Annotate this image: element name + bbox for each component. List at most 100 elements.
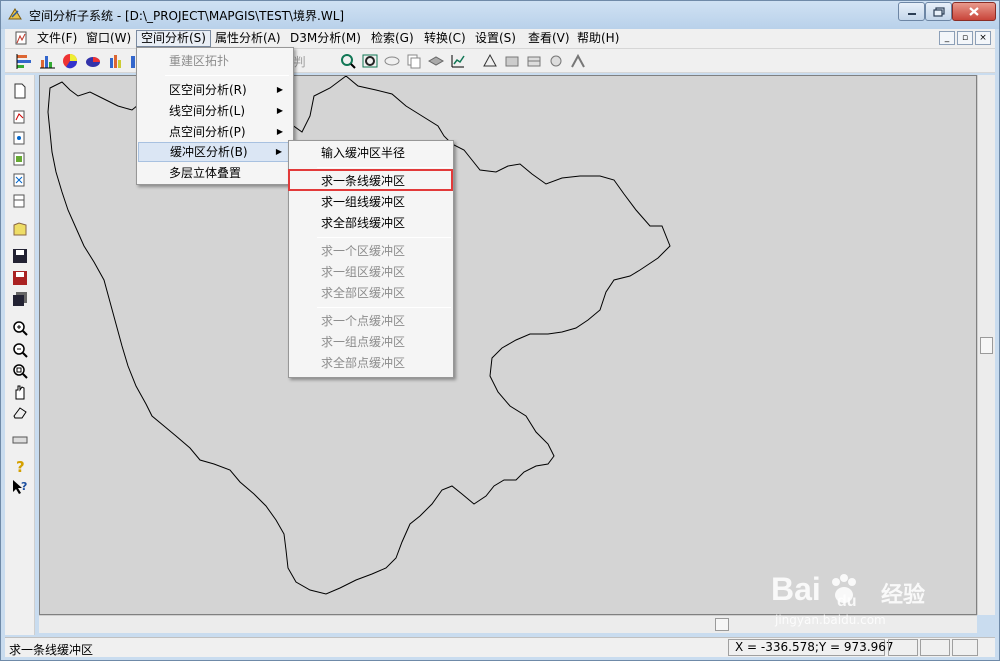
menu-separator — [317, 307, 451, 308]
menu-d3m-analysis[interactable]: D3M分析(M) — [286, 30, 365, 47]
zoom-out-icon[interactable] — [11, 341, 29, 359]
menu-settings[interactable]: 设置(S) — [471, 30, 520, 47]
new-file-icon[interactable] — [11, 82, 29, 100]
menu-buffer-analysis[interactable]: 缓冲区分析(B) ▶ — [138, 142, 292, 162]
menu-file[interactable]: 文件(F) — [33, 30, 81, 47]
open-file-icon[interactable] — [11, 220, 29, 238]
link-icon[interactable] — [383, 52, 401, 70]
menu-attribute-analysis[interactable]: 属性分析(A) — [211, 30, 285, 47]
submenu-arrow-icon: ▶ — [275, 147, 282, 156]
menu-help[interactable]: 帮助(H) — [573, 30, 623, 47]
menu-view[interactable]: 查看(V) — [524, 30, 574, 47]
copy-icon[interactable] — [405, 52, 423, 70]
bar-chart-horizontal-icon[interactable] — [15, 52, 33, 70]
window-title: 空间分析子系统 - [D:\_PROJECT\MAPGIS\TEST\境界.WL… — [29, 9, 345, 23]
close-button[interactable] — [952, 2, 996, 21]
menu-rebuild-topology[interactable]: 重建区拓扑 — [138, 51, 292, 71]
menu-separator — [317, 237, 451, 238]
menu-region-spatial-analysis[interactable]: 区空间分析(R) ▶ — [138, 80, 292, 100]
watermark-brand: Bai — [771, 571, 821, 607]
menu-label: 缓冲区分析(B) — [170, 145, 248, 159]
menu-convert[interactable]: 转换(C) — [420, 30, 470, 47]
line-file-icon[interactable] — [11, 108, 29, 126]
menu-separator — [165, 75, 289, 76]
status-message: 求一条线缓冲区 — [9, 643, 94, 657]
tool-d-icon[interactable] — [547, 52, 565, 70]
3d-pie-icon[interactable] — [84, 52, 102, 70]
menu-search[interactable]: 检索(G) — [367, 30, 418, 47]
menu-all-line-buffer[interactable]: 求全部线缓冲区 — [290, 213, 452, 233]
watermark-cn: 经验 — [881, 583, 926, 608]
point-file-icon[interactable] — [11, 129, 29, 147]
vertical-scroll-thumb[interactable] — [980, 337, 993, 354]
network-file-icon[interactable] — [11, 171, 29, 189]
menu-multilayer-overlay[interactable]: 多层立体叠置 — [138, 163, 292, 183]
watermark-url: jingyan.baidu.com — [775, 613, 886, 627]
tool-b-icon[interactable] — [503, 52, 521, 70]
menu-label: 线空间分析(L) — [169, 104, 246, 118]
menu-group-line-buffer[interactable]: 求一组线缓冲区 — [290, 192, 452, 212]
menu-group-region-buffer[interactable]: 求一组区缓冲区 — [290, 262, 452, 282]
menu-line-spatial-analysis[interactable]: 线空间分析(L) ▶ — [138, 101, 292, 121]
status-coordinates: X = -336.578;Y = 973.967 — [728, 639, 894, 656]
menu-point-spatial-analysis[interactable]: 点空间分析(P) ▶ — [138, 122, 292, 142]
save-icon[interactable] — [11, 247, 29, 265]
eraser-icon[interactable] — [11, 403, 29, 421]
refresh-icon[interactable] — [11, 431, 29, 449]
mdi-close-button[interactable]: × — [975, 31, 991, 45]
search-map-icon[interactable] — [339, 52, 357, 70]
maximize-button[interactable] — [925, 2, 952, 21]
tool-a-icon[interactable] — [481, 52, 499, 70]
menu-spatial-analysis[interactable]: 空间分析(S) — [136, 30, 211, 47]
minimize-icon — [907, 12, 916, 15]
annotation-highlight-box — [288, 169, 453, 191]
save-as-icon[interactable] — [11, 269, 29, 287]
menu-single-point-buffer[interactable]: 求一个点缓冲区 — [290, 311, 452, 331]
minimize-button[interactable] — [898, 2, 925, 21]
pie-chart-icon[interactable] — [61, 52, 79, 70]
zoom-extent-icon[interactable] — [11, 362, 29, 380]
menu-input-buffer-radius[interactable]: 输入缓冲区半径 — [290, 143, 452, 163]
menu-window[interactable]: 窗口(W) — [82, 30, 135, 47]
column-chart-icon[interactable] — [107, 52, 125, 70]
mdi-restore-button[interactable]: ▫ — [957, 31, 973, 45]
tool-e-icon[interactable] — [569, 52, 587, 70]
menu-group-point-buffer[interactable]: 求一组点缓冲区 — [290, 332, 452, 352]
mdi-window-controls: _ ▫ × — [939, 31, 991, 45]
horizontal-scroll-thumb[interactable] — [715, 618, 729, 631]
application-window: 空间分析子系统 - [D:\_PROJECT\MAPGIS\TEST\境界.WL… — [0, 0, 1000, 661]
help-icon[interactable]: ? — [11, 457, 29, 475]
save-all-icon[interactable] — [11, 290, 29, 308]
spatial-analysis-menu: 重建区拓扑 区空间分析(R) ▶ 线空间分析(L) ▶ 点空间分析(P) ▶ 缓… — [136, 47, 294, 185]
search-region-icon[interactable] — [361, 52, 379, 70]
svg-text:?: ? — [21, 480, 27, 493]
tool-c-icon[interactable] — [525, 52, 543, 70]
submenu-arrow-icon: ▶ — [276, 127, 283, 136]
mdi-minimize-button[interactable]: _ — [939, 31, 955, 45]
vertical-scrollbar[interactable] — [977, 75, 995, 615]
menu-single-region-buffer[interactable]: 求一个区缓冲区 — [290, 241, 452, 261]
table-file-icon[interactable] — [11, 192, 29, 210]
submenu-arrow-icon: ▶ — [276, 85, 283, 94]
bar-chart-icon[interactable] — [38, 52, 56, 70]
menu-separator — [317, 167, 451, 168]
region-file-icon[interactable] — [11, 150, 29, 168]
menu-all-region-buffer[interactable]: 求全部区缓冲区 — [290, 283, 452, 303]
status-cell — [888, 639, 918, 656]
context-help-icon[interactable]: ? — [11, 478, 29, 496]
title-bar: 空间分析子系统 - [D:\_PROJECT\MAPGIS\TEST\境界.WL… — [1, 1, 999, 29]
pan-icon[interactable] — [11, 383, 29, 401]
graph-icon[interactable] — [449, 52, 467, 70]
baidu-jingyan-watermark: Bai du 经验 jingyan.baidu.com — [771, 569, 951, 629]
menu-all-point-buffer[interactable]: 求全部点缓冲区 — [290, 353, 452, 373]
submenu-arrow-icon: ▶ — [276, 106, 283, 115]
app-icon — [8, 8, 22, 20]
status-bar: 求一条线缓冲区 X = -336.578;Y = 973.967 — [5, 637, 995, 657]
status-cell — [920, 639, 950, 656]
status-cell — [952, 639, 978, 656]
layer-icon[interactable] — [427, 52, 445, 70]
restore-icon — [932, 6, 945, 17]
zoom-in-icon[interactable] — [11, 319, 29, 337]
menu-label: 区空间分析(R) — [169, 83, 247, 97]
svg-text:?: ? — [16, 458, 25, 475]
